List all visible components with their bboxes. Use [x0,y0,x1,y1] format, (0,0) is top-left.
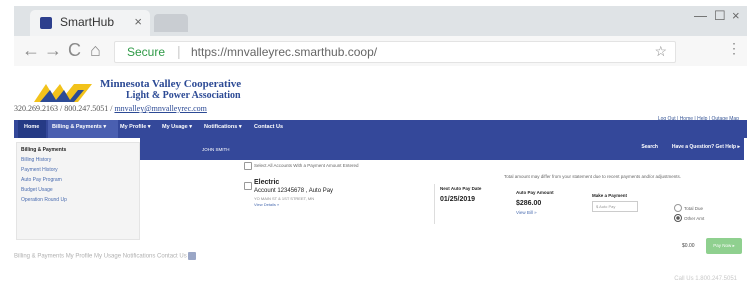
url-text: https://mnvalleyrec.smarthub.coop/ [191,45,378,59]
get-help-button[interactable]: Have a Question? Get Help ▸ [672,144,740,150]
view-details-link[interactable]: View Details » [254,202,279,207]
search-button[interactable]: Search [641,144,658,150]
make-payment-header: Make a Payment [592,193,628,198]
new-tab-button[interactable] [154,14,188,32]
address-bar: ← → C ⌂ Secure | https://mnvalleyrec.sma… [14,36,747,67]
nav-billing-label: Billing & Payments ▾ [52,124,107,130]
nav-home[interactable]: Home [18,120,46,138]
footer-phone: Call Us 1.800.247.5051 [674,276,737,282]
browser-tab[interactable]: SmartHub × [30,10,150,36]
pay-now-button[interactable]: Pay Now ▸ [706,238,742,254]
total-note: Total amount may differ from your statem… [504,174,682,179]
sidebar-item-round-up[interactable]: Operation Round Up [21,197,67,203]
nav-home-label: Home [24,124,40,130]
autopay-date: 01/25/2019 [440,196,476,203]
nav-notifications[interactable]: Notifications ▾ [204,124,242,130]
nav-usage[interactable]: My Usage ▾ [162,124,192,130]
customer-name: JOHN SMITH [202,147,230,152]
site-header: Minnesota Valley Cooperative Light & Pow… [14,66,747,122]
url-input[interactable]: Secure | https://mnvalleyrec.smarthub.co… [114,41,676,63]
nav-contact[interactable]: Contact Us [254,124,283,130]
service-address: YO MAIN ST & 1ST STREET, MN [254,196,315,201]
browser-menu-icon[interactable]: ⋮ [727,40,741,57]
mvc-logo-icon[interactable] [32,82,94,104]
home-icon[interactable]: ⌂ [90,40,101,61]
facebook-icon[interactable] [188,252,197,260]
contact-info: 320.269.2163 / 800.247.5051 / mnvalley@m… [14,104,207,113]
nav-billing[interactable]: Billing & Payments ▾ [48,120,118,138]
maximize-icon[interactable]: ☐ [714,8,726,24]
account-bar: JOHN SMITH Search Have a Question? Get H… [140,138,744,160]
nav-profile[interactable]: My Profile ▾ [120,124,151,130]
reload-icon[interactable]: C [68,40,81,61]
url-separator: | [177,43,181,59]
tab-title: SmartHub [60,15,115,29]
phone-numbers: 320.269.2163 / 800.247.5051 / [14,104,115,113]
autopay-date-header: Next Auto Pay Date [440,186,482,191]
total-due-label: Total Due [684,206,704,211]
back-icon[interactable]: ← [22,40,40,61]
org-name-line2: Light & Power Association [126,90,241,101]
bookmark-star-icon[interactable]: ☆ [654,43,667,60]
close-window-icon[interactable]: × [732,8,740,23]
select-all-label: Select All Accounts With a Payment Amoun… [254,163,359,168]
payment-panel: Select All Accounts With a Payment Amoun… [244,160,744,270]
total-due-radio[interactable] [674,204,682,212]
payment-amount-input[interactable]: $ Auto Pay [592,201,638,212]
payment-total: $0.00 [682,243,695,249]
service-type: Electric [254,179,280,186]
footer-links: Billing & Payments My Profile My Usage N… [14,252,274,262]
column-divider [434,184,435,224]
select-all-checkbox[interactable] [244,162,252,170]
footer-nav[interactable]: Billing & Payments My Profile My Usage N… [14,254,187,260]
sidebar: Billing & Payments Billing History Payme… [16,142,140,240]
sidebar-item-budget-usage[interactable]: Budget Usage [21,187,53,193]
sidebar-item-payment-history[interactable]: Payment History [21,167,58,173]
payment-placeholder: $ Auto Pay [596,204,616,209]
smarthub-favicon-icon [40,17,52,29]
autopay-amount-header: Auto Pay Amount [516,190,554,195]
secure-label: Secure [127,45,166,59]
minimize-icon[interactable]: — [694,8,707,23]
view-bill-link[interactable]: View Bill » [516,210,537,215]
main-nav: Home Billing & Payments ▾ My Profile ▾ M… [14,120,747,138]
other-amt-label: Other Amt [684,216,705,221]
sidebar-item-billing-payments[interactable]: Billing & Payments [21,147,66,153]
close-tab-icon[interactable]: × [134,14,142,29]
org-name-line1: Minnesota Valley Cooperative [100,78,242,90]
sidebar-item-auto-pay[interactable]: Auto Pay Program [21,177,62,183]
account-number: Account 12345678 , Auto Pay [254,188,334,194]
tab-bar: SmartHub × — ☐ × [14,6,747,36]
browser-window: SmartHub × — ☐ × ← → C ⌂ Secure | https:… [14,6,747,296]
forward-icon[interactable]: → [44,40,62,61]
email-link[interactable]: mnvalley@mnvalleyrec.com [114,104,206,113]
other-amt-radio[interactable] [674,214,682,222]
sidebar-item-billing-history[interactable]: Billing History [21,157,51,163]
account-checkbox[interactable] [244,182,252,190]
autopay-amount: $286.00 [516,200,542,207]
